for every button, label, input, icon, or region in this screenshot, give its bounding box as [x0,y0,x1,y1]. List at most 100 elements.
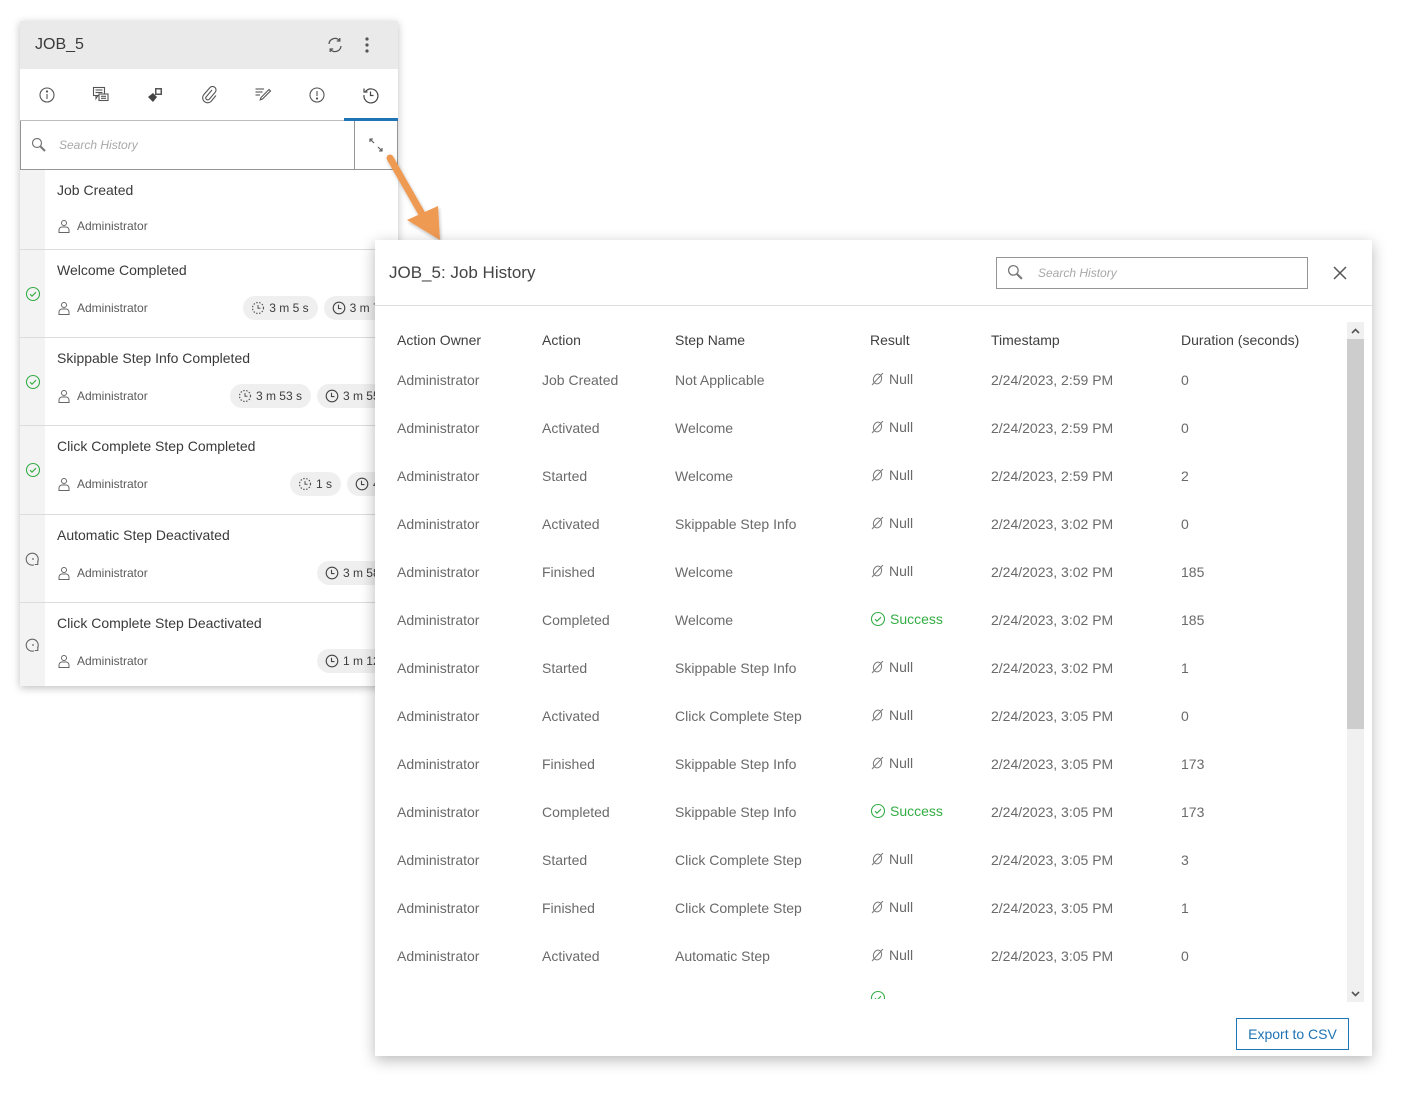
action-cell: Activated [542,516,600,532]
side-search-field[interactable] [21,121,355,169]
tab-comments[interactable] [74,69,128,120]
action-owner-cell: Administrator [397,612,480,628]
table-row[interactable]: Administrator Finished Welcome Null 2/24/202… [397,548,1355,596]
active-time-chip: 3 m 53 s [229,384,311,408]
result-null: Null [870,515,913,531]
column-header-action[interactable]: Action [542,324,675,356]
action-owner-cell: Administrator [397,660,480,676]
table-row[interactable]: Administrator Activated Welcome Null 2/24/20… [397,404,1355,452]
table-row[interactable]: Administrator Activated Click Complete Ste… [397,692,1355,740]
action-owner-cell: Administrator [397,900,480,916]
export-csv-button[interactable]: Export to CSV [1236,1018,1349,1050]
history-list-item[interactable]: Job Created Administrator [20,170,398,250]
result-cell: Null [870,500,991,548]
table-row[interactable]: Administrator Completed Welcome Success 2/24… [397,596,1355,644]
action-owner-cell: Administrator [397,948,480,964]
history-list-item[interactable]: Welcome Completed Administrator 3 m 5 s3 m… [20,250,398,338]
null-icon [871,900,884,914]
table-row[interactable]: Administrator Activated Skippable Step Inf… [397,500,1355,548]
side-search-input[interactable] [57,137,307,153]
table-row[interactable]: Administrator Finished Click Complete Step… [397,884,1355,932]
result-label: Success [890,610,943,627]
success-check-icon [25,286,40,301]
scroll-down-button[interactable] [1347,985,1364,1002]
comments-icon [92,86,109,101]
action-owner-cell: Administrator [397,708,480,724]
result-success: Success [870,803,943,819]
duration-cell: 2 [1181,468,1189,484]
table-row[interactable]: Administrator Started Skippable Step Info N… [397,644,1355,692]
timestamp-cell: 2/24/2023, 3:05 PM [991,948,1114,964]
tab-linked-data[interactable] [128,69,182,120]
history-table-container: Action Owner Action Step Name Result Tim… [375,324,1355,1000]
history-item-title: Job Created [57,182,134,198]
history-list-item[interactable]: Click Complete Step Deactivated Administr… [20,603,398,686]
status-gutter [20,338,45,425]
column-header-duration[interactable]: Duration (seconds) [1181,324,1355,356]
history-list-item[interactable]: Skippable Step Info Completed Administrat… [20,338,398,426]
step-name-cell: Click Complete Step [675,852,802,868]
result-success [870,990,890,999]
column-header-action-owner[interactable]: Action Owner [397,324,542,356]
active-time-icon [252,301,265,315]
action-owner-cell: Administrator [397,468,480,484]
timestamp-cell: 2/24/2023, 3:05 PM [991,708,1114,724]
table-row[interactable]: Administrator Finished Skippable Step Info… [397,740,1355,788]
tab-attachments[interactable] [182,69,236,120]
dialog-search-field[interactable] [996,256,1308,289]
step-name-cell [675,980,870,999]
user-icon [58,390,70,403]
history-item-body: Skippable Step Info Completed Administrat… [45,338,398,425]
table-row[interactable]: Administrator Job Created Not Applicable Nu… [397,356,1355,404]
table-row[interactable]: Administrator Completed Skippable Step Inf… [397,788,1355,836]
action-owner: Administrator [57,654,311,668]
clock-icon [325,566,339,580]
table-row[interactable]: Administrator Activated Automatic Step Null… [397,932,1355,980]
history-table: Action Owner Action Step Name Result Tim… [397,324,1355,999]
scroll-up-button[interactable] [1347,322,1364,339]
timestamp-cell: 2/24/2023, 3:05 PM [991,756,1114,772]
action-owner-name: Administrator [77,654,148,668]
result-label: Success [890,802,943,819]
tab-holds[interactable] [290,69,344,120]
column-header-result[interactable]: Result [870,324,991,356]
history-item-meta: Administrator [57,214,398,238]
dialog-search-input[interactable] [1036,264,1296,281]
status-gutter [20,426,45,514]
result-label: Null [889,562,914,579]
column-header-timestamp[interactable]: Timestamp [991,324,1181,356]
tab-notes[interactable] [236,69,290,120]
close-dialog-button[interactable] [1330,263,1350,283]
active-time-icon [298,477,312,491]
result-null: Null [870,659,913,675]
success-check-icon [25,374,40,389]
refresh-button[interactable] [319,29,351,61]
table-row[interactable]: Administrator Started Click Complete Step N… [397,836,1355,884]
table-row[interactable]: Administrator Started Welcome Null 2/24/2023… [397,452,1355,500]
dialog-title: JOB_5: Job History [389,262,536,282]
tab-details[interactable] [20,69,74,120]
history-list-item[interactable]: Click Complete Step Completed Administrat… [20,426,398,515]
duration-cell: 0 [1181,372,1189,388]
step-name-cell: Skippable Step Info [675,804,797,820]
history-list: Job Created Administrator Welcome Complete… [20,170,398,686]
history-item-title: Click Complete Step Completed [57,438,256,454]
step-name-cell: Skippable Step Info [675,660,797,676]
result-null: Null [870,899,913,915]
history-list-item[interactable]: Automatic Step Deactivated Administrator 3… [20,515,398,603]
scroll-thumb[interactable] [1347,339,1364,729]
column-header-step-name[interactable]: Step Name [675,324,870,356]
history-item-title: Skippable Step Info Completed [57,350,251,366]
chevron-up-icon [1351,327,1360,334]
action-cell: Finished [542,756,595,772]
action-cell: Completed [542,612,610,628]
panel-tabs [20,69,398,121]
timestamp-cell: 2/24/2023, 3:02 PM [991,612,1114,628]
timestamp-cell: 2/24/2023, 2:59 PM [991,420,1114,436]
null-icon [871,756,884,770]
action-owner: Administrator [57,566,311,580]
timestamp-cell: 2/24/2023, 3:02 PM [991,564,1114,580]
tab-history[interactable] [344,69,398,121]
table-scrollbar[interactable] [1347,322,1364,1002]
more-options-button[interactable] [351,29,383,61]
